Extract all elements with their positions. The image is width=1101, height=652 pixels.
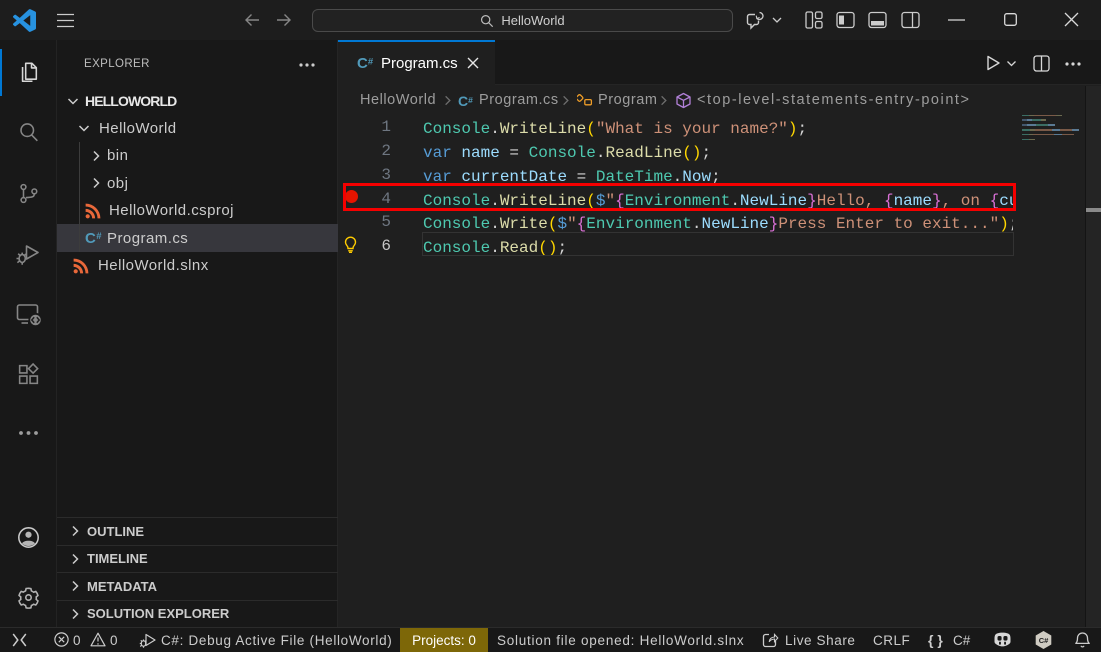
svg-text:C#: C#	[1039, 636, 1049, 645]
